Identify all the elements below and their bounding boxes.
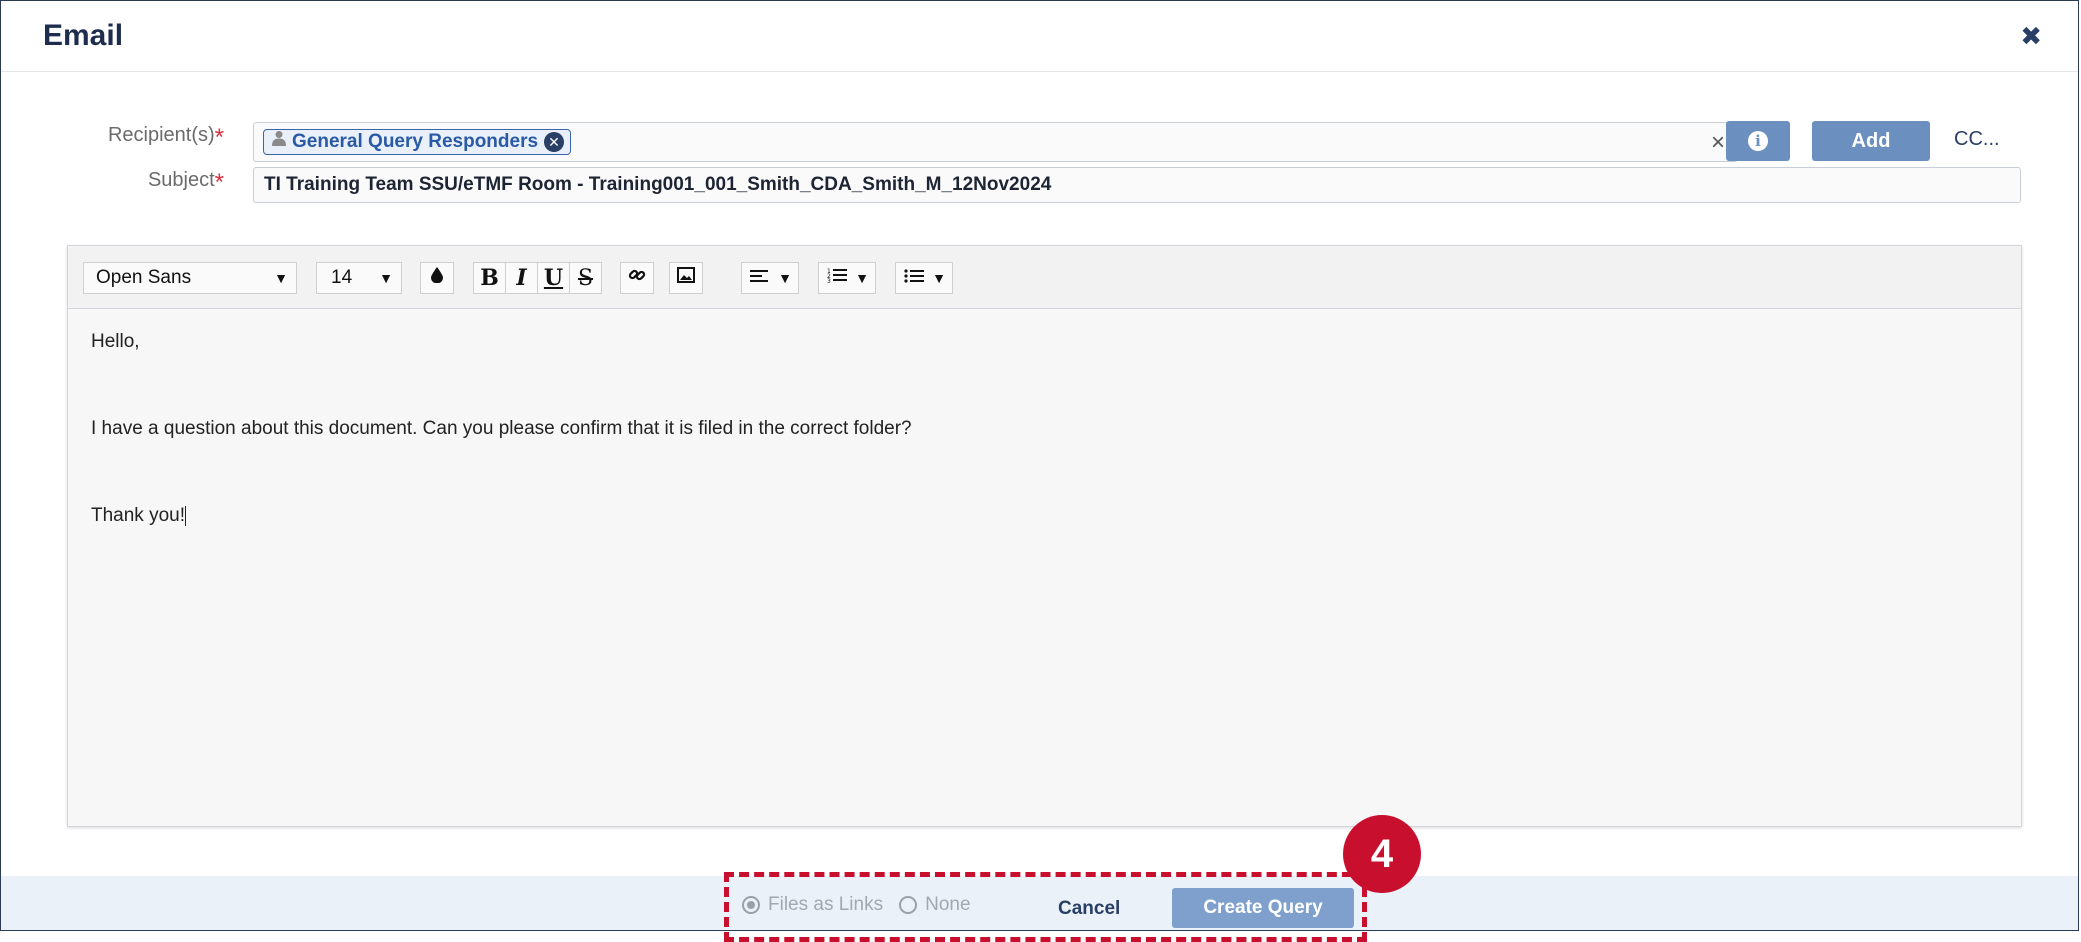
close-icon[interactable]: ✖ — [2020, 21, 2042, 52]
dialog-title: Email — [43, 19, 124, 52]
editor-toolbar: Open Sans ▼ 14 ▼ B I U S ▼ 1 2 3 ▼ ▼ — [68, 246, 2021, 309]
chevron-down-icon: ▼ — [379, 270, 393, 286]
italic-button[interactable]: I — [505, 262, 538, 294]
align-dropdown[interactable]: ▼ — [741, 262, 799, 294]
required-asterisk: * — [214, 124, 224, 151]
chevron-down-icon: ▼ — [932, 270, 946, 286]
recipients-input[interactable]: General Query Responders ✕ × — [253, 122, 1738, 162]
droplet-icon — [431, 267, 443, 289]
recipients-label: Recipient(s)* — [89, 124, 224, 152]
font-size-value: 14 — [331, 267, 353, 288]
text-color-button[interactable] — [420, 262, 454, 294]
clear-recipients-icon[interactable]: × — [1711, 129, 1725, 157]
subject-label-text: Subject — [147, 169, 215, 191]
font-family-select[interactable]: Open Sans ▼ — [83, 262, 297, 294]
chevron-down-icon: ▼ — [855, 270, 869, 286]
subject-input[interactable]: TI Training Team SSU/eTMF Room - Trainin… — [253, 167, 2021, 203]
body-signoff-text: Thank you! — [91, 505, 185, 526]
font-family-value: Open Sans — [96, 267, 192, 288]
info-icon: i — [1748, 131, 1768, 151]
font-size-select[interactable]: 14 ▼ — [316, 262, 402, 294]
chevron-down-icon: ▼ — [274, 270, 288, 286]
info-button[interactable]: i — [1726, 121, 1790, 161]
editor-body[interactable]: Hello, I have a question about this docu… — [68, 309, 2021, 826]
text-cursor — [185, 505, 186, 526]
bold-button[interactable]: B — [473, 262, 506, 294]
recipients-label-text: Recipient(s) — [107, 124, 215, 146]
align-left-icon — [750, 267, 768, 289]
link-icon — [628, 266, 646, 290]
numbered-list-icon: 123 — [827, 267, 847, 289]
recipient-chip[interactable]: General Query Responders ✕ — [263, 129, 572, 155]
remove-recipient-icon[interactable]: ✕ — [544, 132, 565, 152]
chevron-down-icon: ▼ — [778, 270, 792, 286]
bullet-list-dropdown[interactable]: ▼ — [895, 262, 953, 294]
strikethrough-button[interactable]: S — [569, 262, 602, 294]
body-greeting: Hello, — [91, 331, 140, 352]
numbered-list-dropdown[interactable]: 123 ▼ — [818, 262, 876, 294]
image-icon — [677, 267, 695, 289]
body-signoff: Thank you! — [91, 505, 186, 527]
email-dialog: Email ✖ Recipient(s)* General Query Resp… — [0, 0, 2079, 931]
dialog-header: Email ✖ — [1, 1, 2078, 72]
rich-text-editor: Open Sans ▼ 14 ▼ B I U S ▼ 1 2 3 ▼ ▼ Hel… — [67, 245, 2022, 827]
link-button[interactable] — [620, 262, 654, 294]
underline-button[interactable]: U — [537, 262, 570, 294]
step-number-badge: 4 — [1343, 815, 1421, 893]
bullet-list-icon — [904, 267, 924, 289]
required-asterisk: * — [214, 169, 224, 196]
body-message: I have a question about this document. C… — [91, 418, 912, 439]
subject-label: Subject* — [89, 169, 224, 197]
add-button[interactable]: Add — [1812, 121, 1930, 161]
cc-link[interactable]: CC... — [1954, 128, 2000, 151]
svg-text:3: 3 — [827, 278, 831, 283]
user-icon — [272, 129, 286, 155]
image-button[interactable] — [669, 262, 703, 294]
recipient-chip-label: General Query Responders — [292, 131, 539, 152]
